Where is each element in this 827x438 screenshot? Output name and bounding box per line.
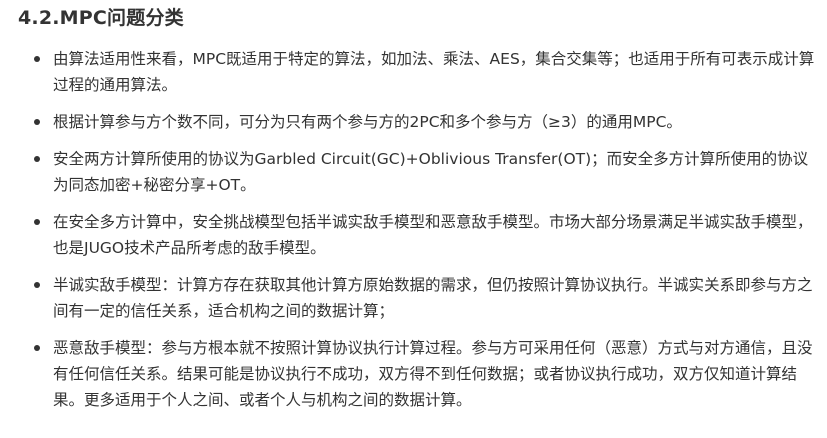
list-item: 恶意敌手模型：参与方根本就不按照计算协议执行计算过程。参与方可采用任何（恶意）方… (18, 335, 827, 413)
document-page: 4.2.MPC问题分类 由算法适用性来看，MPC既适用于特定的算法，如加法、乘法… (0, 0, 827, 438)
list-item: 由算法适用性来看，MPC既适用于特定的算法，如加法、乘法、AES，集合交集等；也… (18, 46, 827, 98)
bullet-list: 由算法适用性来看，MPC既适用于特定的算法，如加法、乘法、AES，集合交集等；也… (18, 46, 827, 413)
list-item: 在安全多方计算中，安全挑战模型包括半诚实敌手模型和恶意敌手模型。市场大部分场景满… (18, 209, 827, 261)
list-item: 安全两方计算所使用的协议为Garbled Circuit(GC)+Oblivio… (18, 146, 827, 198)
section-heading: 4.2.MPC问题分类 (18, 7, 184, 29)
list-item: 根据计算参与方个数不同，可分为只有两个参与方的2PC和多个参与方（≥3）的通用M… (18, 109, 827, 135)
list-item: 半诚实敌手模型：计算方存在获取其他计算方原始数据的需求，但仍按照计算协议执行。半… (18, 272, 827, 324)
